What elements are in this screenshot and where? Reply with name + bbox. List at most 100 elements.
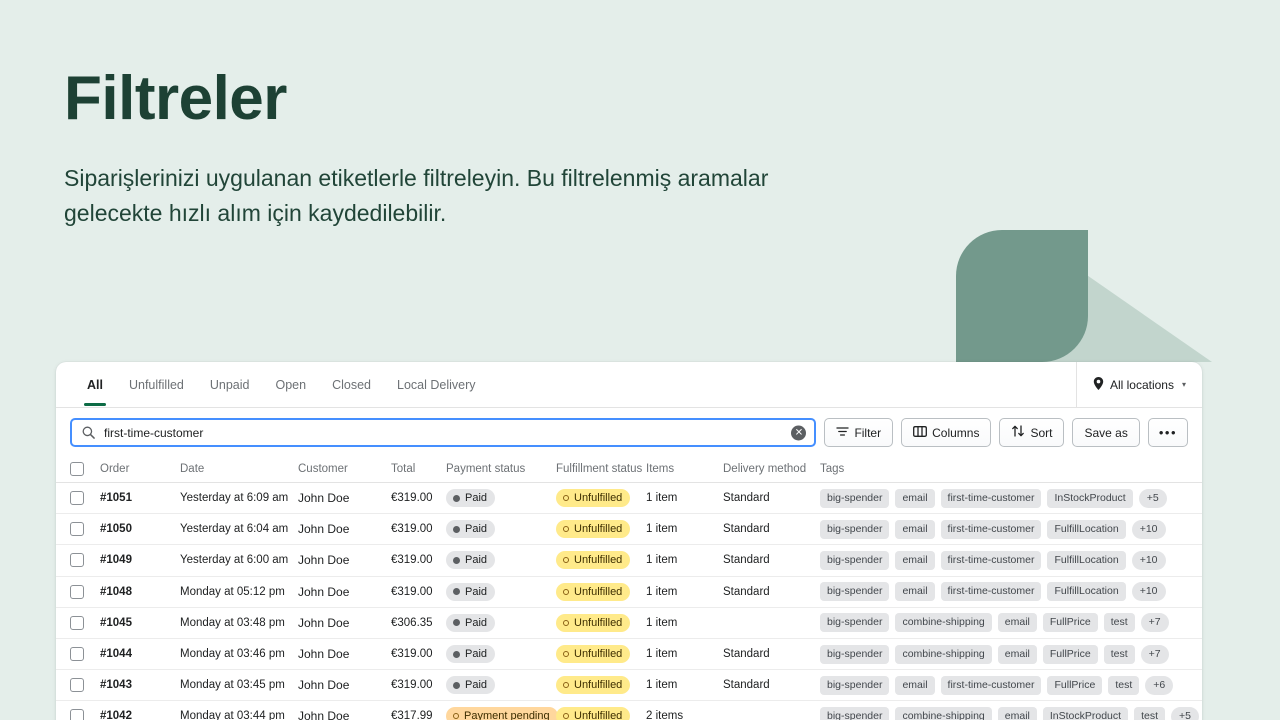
row-checkbox-cell xyxy=(70,584,100,599)
column-header-delivery-method: Delivery method xyxy=(723,463,807,475)
sort-button[interactable]: Sort xyxy=(999,418,1065,447)
location-filter-button[interactable]: All locations ▾ xyxy=(1075,362,1202,407)
column-header-payment-status: Payment status xyxy=(446,463,526,475)
row-checkbox[interactable] xyxy=(70,584,84,599)
row-checkbox[interactable] xyxy=(70,647,84,662)
tag-chip: big-spender xyxy=(820,550,890,570)
cell-order: #1042 xyxy=(100,710,132,720)
tag-overflow-count[interactable]: +5 xyxy=(1138,488,1167,508)
cell-payment-status: Paid xyxy=(446,582,556,601)
columns-button[interactable]: Columns xyxy=(901,418,992,447)
orders-app-card: All Unfulfilled Unpaid Open Closed Local Deli… xyxy=(56,362,1202,720)
tag-chip: first-time-customer xyxy=(940,488,1042,508)
cell-items: 2 items xyxy=(646,710,684,720)
tab-closed[interactable]: Closed xyxy=(319,362,384,408)
cell-date: Monday at 03:48 pm xyxy=(180,616,285,629)
column-header-order: Order xyxy=(100,463,130,475)
tab-local-delivery[interactable]: Local Delivery xyxy=(384,362,489,408)
status-badge: Unfulfilled xyxy=(556,613,631,632)
status-badge-label: Unfulfilled xyxy=(574,523,623,536)
status-dot-icon xyxy=(453,681,460,689)
tag-overflow-count[interactable]: +6 xyxy=(1145,675,1174,695)
table-row[interactable]: #1045 Monday at 03:48 pm John Doe €306.35 Pa… xyxy=(56,608,1202,639)
more-actions-button[interactable]: ••• xyxy=(1147,418,1188,447)
tag-overflow-count[interactable]: +10 xyxy=(1131,550,1166,570)
row-checkbox[interactable] xyxy=(70,615,84,630)
cell-delivery-method: Standard xyxy=(723,554,770,567)
tab-all[interactable]: All xyxy=(74,362,116,408)
status-badge: Paid xyxy=(446,645,496,664)
tag-overflow-count[interactable]: +7 xyxy=(1140,613,1169,633)
status-dot-icon xyxy=(563,495,569,502)
filter-button[interactable]: Filter xyxy=(824,418,894,447)
page-title: Filtreler xyxy=(64,64,287,133)
clear-search-icon[interactable]: ✕ xyxy=(791,425,807,440)
decorative-rounded-shape xyxy=(956,230,1088,362)
cell-fulfillment-status: Unfulfilled xyxy=(556,707,646,720)
table-row[interactable]: #1043 Monday at 03:45 pm John Doe €319.00 Pa… xyxy=(56,670,1202,702)
status-badge: Unfulfilled xyxy=(556,645,631,664)
cell-delivery-method: Standard xyxy=(723,585,770,598)
table-row[interactable]: #1050 Yesterday at 6:04 am John Doe €319.00… xyxy=(56,514,1202,546)
status-badge-label: Unfulfilled xyxy=(574,679,623,692)
row-checkbox-cell xyxy=(70,491,100,506)
status-dot-icon xyxy=(453,588,460,596)
cell-delivery-method: Standard xyxy=(723,648,770,661)
tag-overflow-count[interactable]: +10 xyxy=(1131,582,1166,602)
table-row[interactable]: #1049 Yesterday at 6:00 am John Doe €319.00… xyxy=(56,545,1202,577)
status-badge-label: Paid xyxy=(465,616,488,629)
cell-tags: big-spender email first-time-customer InSto… xyxy=(820,488,1188,508)
column-header-tags: Tags xyxy=(820,463,845,475)
status-dot-icon xyxy=(563,557,569,564)
filter-icon xyxy=(836,426,850,440)
chevron-down-icon: ▾ xyxy=(1181,380,1186,389)
status-dot-icon xyxy=(453,525,460,533)
status-badge: Unfulfilled xyxy=(556,582,631,601)
save-as-button-label: Save as xyxy=(1084,425,1128,440)
tag-overflow-count[interactable]: +10 xyxy=(1131,519,1166,539)
tag-chip: email xyxy=(997,644,1037,664)
cell-date: Monday at 03:45 pm xyxy=(180,679,285,692)
tag-chip: test xyxy=(1103,613,1135,633)
cell-tags: big-spender email first-time-customer Fulfi… xyxy=(820,582,1188,602)
tag-overflow-count[interactable]: +7 xyxy=(1140,644,1169,664)
cell-payment-status: Paid xyxy=(446,676,556,695)
status-dot-icon xyxy=(563,682,569,689)
tag-chip: big-spender xyxy=(820,675,890,695)
table-row[interactable]: #1051 Yesterday at 6:09 am John Doe €319.00… xyxy=(56,483,1202,515)
tab-unfulfilled[interactable]: Unfulfilled xyxy=(116,362,197,408)
save-as-button[interactable]: Save as xyxy=(1072,418,1140,447)
search-input[interactable]: first-time-customer xyxy=(104,426,203,440)
row-checkbox[interactable] xyxy=(70,491,84,506)
row-checkbox[interactable] xyxy=(70,709,84,720)
status-badge-label: Unfulfilled xyxy=(574,710,623,720)
more-actions-icon: ••• xyxy=(1158,425,1177,440)
cell-customer: John Doe xyxy=(298,678,350,693)
cell-tags: big-spender combine-shipping email InStockP… xyxy=(820,706,1199,720)
status-badge: Paid xyxy=(446,582,496,601)
search-toolbar: first-time-customer ✕ Filter Columns Sor… xyxy=(56,408,1202,456)
cell-date: Monday at 03:44 pm xyxy=(180,710,285,720)
table-row[interactable]: #1042 Monday at 03:44 pm John Doe €317.99 Pa… xyxy=(56,701,1202,720)
tag-chip: email xyxy=(895,675,935,695)
status-dot-icon xyxy=(563,713,569,720)
table-row[interactable]: #1048 Monday at 05:12 pm John Doe €319.00 Pa… xyxy=(56,577,1202,608)
tab-open[interactable]: Open xyxy=(263,362,320,408)
columns-icon xyxy=(913,425,928,440)
table-row[interactable]: #1044 Monday at 03:46 pm John Doe €319.00 Pa… xyxy=(56,639,1202,671)
row-checkbox[interactable] xyxy=(70,678,84,693)
tab-unpaid[interactable]: Unpaid xyxy=(197,362,263,408)
status-badge-label: Paid xyxy=(465,492,488,505)
tag-overflow-count[interactable]: +5 xyxy=(1171,706,1199,720)
row-checkbox[interactable] xyxy=(70,553,84,568)
cell-order: #1050 xyxy=(100,523,132,536)
cell-items: 1 item xyxy=(646,616,678,629)
select-all-checkbox[interactable] xyxy=(70,462,84,476)
select-all-checkbox-cell xyxy=(70,462,100,476)
row-checkbox[interactable] xyxy=(70,522,84,537)
tag-chip: FulfillLocation xyxy=(1047,582,1126,602)
search-input-wrapper[interactable]: first-time-customer ✕ xyxy=(70,418,817,447)
cell-total: €306.35 xyxy=(391,616,433,629)
cell-customer: John Doe xyxy=(298,647,350,662)
tag-chip: FullPrice xyxy=(1042,613,1098,633)
